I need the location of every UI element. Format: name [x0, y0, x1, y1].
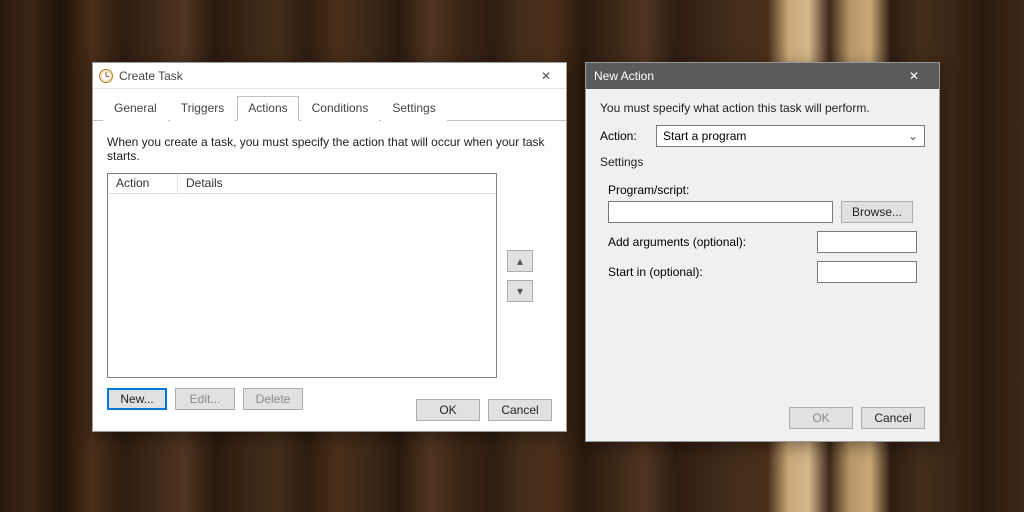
column-details[interactable]: Details [178, 174, 496, 193]
action-label: Action: [600, 129, 648, 143]
move-up-button[interactable]: ▴ [507, 250, 533, 272]
settings-group: Program/script: Browse... Add arguments … [600, 173, 925, 283]
action-type-value: Start a program [663, 129, 746, 143]
arguments-input[interactable] [817, 231, 917, 253]
task-scheduler-icon [99, 69, 113, 83]
program-script-label: Program/script: [608, 183, 917, 197]
create-task-footer: OK Cancel [416, 399, 552, 421]
new-action-titlebar: New Action ✕ [586, 63, 939, 89]
tab-settings[interactable]: Settings [381, 96, 446, 121]
startin-input[interactable] [817, 261, 917, 283]
create-task-title: Create Task [119, 69, 532, 83]
ok-button[interactable]: OK [416, 399, 480, 421]
browse-button[interactable]: Browse... [841, 201, 913, 223]
cancel-button[interactable]: Cancel [488, 399, 552, 421]
arguments-label: Add arguments (optional): [608, 235, 809, 249]
startin-label: Start in (optional): [608, 265, 809, 279]
arguments-row: Add arguments (optional): [608, 231, 917, 253]
tab-triggers[interactable]: Triggers [170, 96, 236, 121]
new-action-button[interactable]: New... [107, 388, 167, 410]
new-action-dialog: New Action ✕ You must specify what actio… [585, 62, 940, 442]
tab-general[interactable]: General [103, 96, 168, 121]
tab-conditions[interactable]: Conditions [301, 96, 380, 121]
close-icon[interactable]: ✕ [897, 66, 931, 86]
ok-button[interactable]: OK [789, 407, 853, 429]
delete-action-button[interactable]: Delete [243, 388, 303, 410]
chevron-down-icon: ⌄ [908, 129, 918, 143]
close-icon[interactable]: ✕ [532, 67, 560, 85]
actions-description: When you create a task, you must specify… [107, 135, 552, 163]
edit-action-button[interactable]: Edit... [175, 388, 235, 410]
action-type-select[interactable]: Start a program ⌄ [656, 125, 925, 147]
create-task-tabs: General Triggers Actions Conditions Sett… [93, 89, 566, 121]
create-task-body: When you create a task, you must specify… [93, 121, 566, 420]
startin-row: Start in (optional): [608, 261, 917, 283]
column-action[interactable]: Action [108, 174, 178, 193]
cancel-button[interactable]: Cancel [861, 407, 925, 429]
program-script-input[interactable] [608, 201, 833, 223]
reorder-controls: ▴ ▾ [507, 173, 533, 378]
program-row: Browse... [608, 201, 917, 223]
actions-listbox[interactable]: Action Details [107, 173, 497, 378]
action-type-row: Action: Start a program ⌄ [600, 125, 925, 147]
actions-list-header: Action Details [108, 174, 496, 194]
chevron-up-icon: ▴ [517, 254, 523, 268]
actions-list-area: Action Details ▴ ▾ [107, 173, 552, 378]
settings-group-label: Settings [600, 155, 925, 169]
tab-actions[interactable]: Actions [237, 96, 298, 121]
new-action-footer: OK Cancel [789, 407, 925, 429]
new-action-body: You must specify what action this task w… [586, 89, 939, 301]
new-action-title: New Action [594, 69, 897, 83]
move-down-button[interactable]: ▾ [507, 280, 533, 302]
create-task-dialog: Create Task ✕ General Triggers Actions C… [92, 62, 567, 432]
create-task-titlebar: Create Task ✕ [93, 63, 566, 89]
new-action-description: You must specify what action this task w… [600, 101, 925, 115]
chevron-down-icon: ▾ [517, 284, 523, 298]
